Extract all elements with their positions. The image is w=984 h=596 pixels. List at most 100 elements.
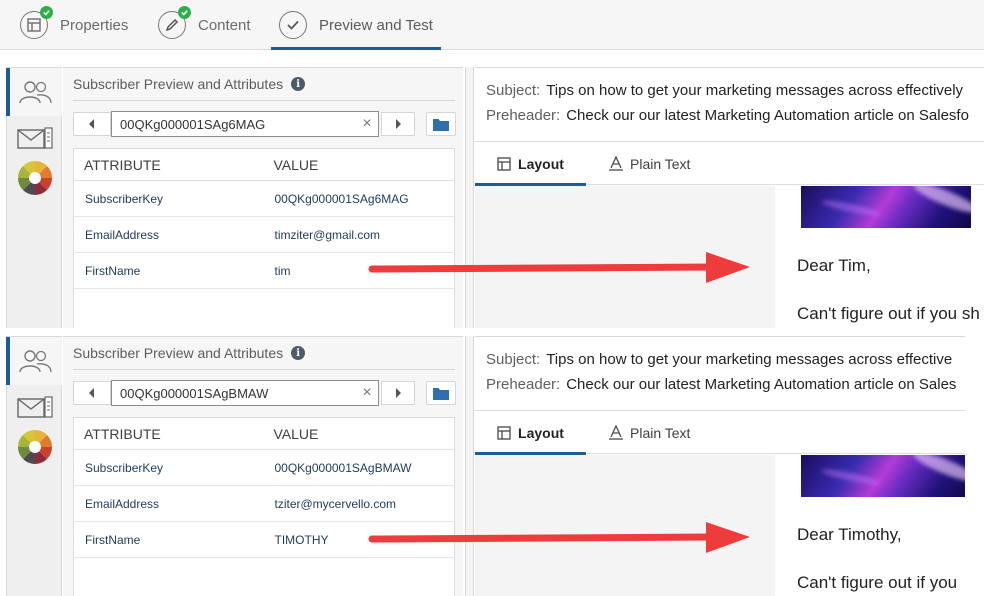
next-subscriber-button[interactable] xyxy=(381,381,415,405)
tab-layout-label: Layout xyxy=(518,424,564,441)
rail-subscribers[interactable] xyxy=(6,337,62,385)
text-icon xyxy=(609,156,623,171)
empty-cell xyxy=(74,289,264,329)
email-canvas: Dear Timothy, Can't figure out if you xyxy=(475,455,965,596)
preheader-line: Preheader: Check our our latest Marketing… xyxy=(486,376,956,393)
attributes-table: ATTRIBUTE VALUE SubscriberKey 00QKg00000… xyxy=(73,417,455,596)
column-header-attribute: ATTRIBUTE xyxy=(73,148,264,181)
tab-layout-label: Layout xyxy=(518,155,564,172)
text-icon xyxy=(609,425,623,440)
tab-layout[interactable]: Layout xyxy=(475,411,586,455)
attribute-value: 00QKg000001SAg6MAG xyxy=(263,180,455,217)
table-row: SubscriberKey 00QKg000001SAg6MAG xyxy=(73,180,455,217)
email-greeting: Dear Timothy, xyxy=(797,525,902,544)
preheader-label: Preheader: xyxy=(486,376,561,393)
divider xyxy=(73,100,455,101)
column-header-value: VALUE xyxy=(263,148,455,181)
browse-folder-button[interactable] xyxy=(426,381,456,405)
preheader-text: Check our our latest Marketing Automatio… xyxy=(566,376,957,393)
info-icon[interactable]: i xyxy=(291,346,306,360)
tab-plain-text[interactable]: Plain Text xyxy=(609,411,690,454)
hero-image xyxy=(801,455,965,497)
attributes-title: Subscriber Preview and Attributes xyxy=(73,345,284,361)
email-checklist-icon xyxy=(16,127,53,149)
preview-panel-first: Subscriber Preview and Attributes i × AT… xyxy=(0,67,984,328)
layout-icon xyxy=(497,425,511,440)
subject-label: Subject: xyxy=(486,82,541,99)
tab-preview-and-test-label: Preview and Test xyxy=(319,16,433,34)
pencil-icon xyxy=(158,6,191,39)
email-preview-pane: Subject: Tips on how to get your marketin… xyxy=(475,67,984,328)
attribute-value: tim xyxy=(263,252,455,289)
color-wheel-icon xyxy=(17,430,52,464)
people-icon xyxy=(18,81,52,104)
side-rail xyxy=(6,336,62,596)
complete-check-icon xyxy=(178,6,191,19)
side-rail xyxy=(6,67,62,328)
folder-icon xyxy=(433,118,449,131)
info-icon[interactable]: i xyxy=(291,77,306,91)
previous-subscriber-button[interactable] xyxy=(73,112,111,136)
subject-line: Subject: Tips on how to get your marketin… xyxy=(486,82,963,99)
empty-cell xyxy=(264,558,455,596)
hero-image xyxy=(801,186,971,228)
subject-label: Subject: xyxy=(486,351,541,368)
preheader-text: Check our our latest Marketing Automatio… xyxy=(566,107,969,124)
tab-properties-label: Properties xyxy=(60,16,129,34)
layout-icon xyxy=(497,156,511,171)
rail-color-wheel[interactable] xyxy=(7,423,62,471)
tab-preview-and-test[interactable]: Preview and Test xyxy=(271,0,441,50)
tab-plain-text[interactable]: Plain Text xyxy=(609,142,690,185)
clear-icon[interactable]: × xyxy=(359,116,375,132)
tab-plain-text-label: Plain Text xyxy=(630,155,691,172)
tab-content[interactable]: Content xyxy=(158,0,251,50)
email-greeting: Dear Tim, xyxy=(797,256,871,275)
attribute-value: TIMOTHY xyxy=(263,521,455,558)
table-row: EmailAddress tziter@mycervello.com xyxy=(73,485,455,522)
next-subscriber-button[interactable] xyxy=(381,112,415,136)
rail-color-wheel[interactable] xyxy=(7,154,62,202)
people-icon xyxy=(18,350,52,373)
panel-splitter[interactable] xyxy=(465,336,474,596)
attributes-heading: Subscriber Preview and Attributes i xyxy=(73,345,306,361)
subscriber-key-input[interactable] xyxy=(111,380,379,406)
attribute-name: SubscriberKey xyxy=(73,449,264,486)
subject-text: Tips on how to get your marketing messag… xyxy=(546,82,964,99)
subject-line: Subject: Tips on how to get your marketin… xyxy=(486,351,952,368)
tab-properties[interactable]: Properties xyxy=(20,0,128,50)
email-preview-pane: Subject: Tips on how to get your marketin… xyxy=(475,336,965,596)
browse-folder-button[interactable] xyxy=(426,112,456,136)
preheader-line: Preheader: Check our our latest Marketing… xyxy=(486,107,969,124)
clear-icon[interactable]: × xyxy=(359,385,375,401)
subscriber-key-input[interactable] xyxy=(111,111,379,137)
caret-right-icon xyxy=(396,388,401,398)
wizard-tab-bar: Properties Content Preview and Test xyxy=(0,0,984,50)
column-header-attribute: ATTRIBUTE xyxy=(73,417,264,450)
table-row: SubscriberKey 00QKg000001SAgBMAW xyxy=(73,449,455,486)
subscriber-attributes-panel: Subscriber Preview and Attributes i × AT… xyxy=(63,67,463,328)
panel-splitter[interactable] xyxy=(465,67,474,328)
email-body-text: Can't figure out if you sh xyxy=(797,304,980,323)
empty-cell xyxy=(264,289,455,329)
folder-icon xyxy=(433,387,449,400)
attribute-name: SubscriberKey xyxy=(73,180,264,217)
tab-content-label: Content xyxy=(198,16,251,34)
attribute-name: FirstName xyxy=(73,521,264,558)
attribute-value: timziter@gmail.com xyxy=(263,216,455,253)
email-body: Dear Tim, Can't figure out if you sh xyxy=(775,186,984,328)
caret-left-icon xyxy=(89,388,94,398)
email-body: Dear Timothy, Can't figure out if you xyxy=(775,455,965,596)
table-row-empty xyxy=(74,289,455,329)
rail-subscribers[interactable] xyxy=(6,68,62,116)
table-header-row: ATTRIBUTE VALUE xyxy=(73,148,455,181)
tab-layout[interactable]: Layout xyxy=(475,142,586,186)
previous-subscriber-button[interactable] xyxy=(73,381,111,405)
attributes-table: ATTRIBUTE VALUE SubscriberKey 00QKg00000… xyxy=(73,148,455,328)
attribute-name: EmailAddress xyxy=(73,216,264,253)
caret-left-icon xyxy=(89,119,94,129)
table-row: FirstName tim xyxy=(73,252,455,289)
subject-text: Tips on how to get your marketing messag… xyxy=(546,351,953,368)
attribute-name: EmailAddress xyxy=(73,485,264,522)
email-canvas: Dear Tim, Can't figure out if you sh xyxy=(475,186,984,328)
divider xyxy=(73,369,455,370)
